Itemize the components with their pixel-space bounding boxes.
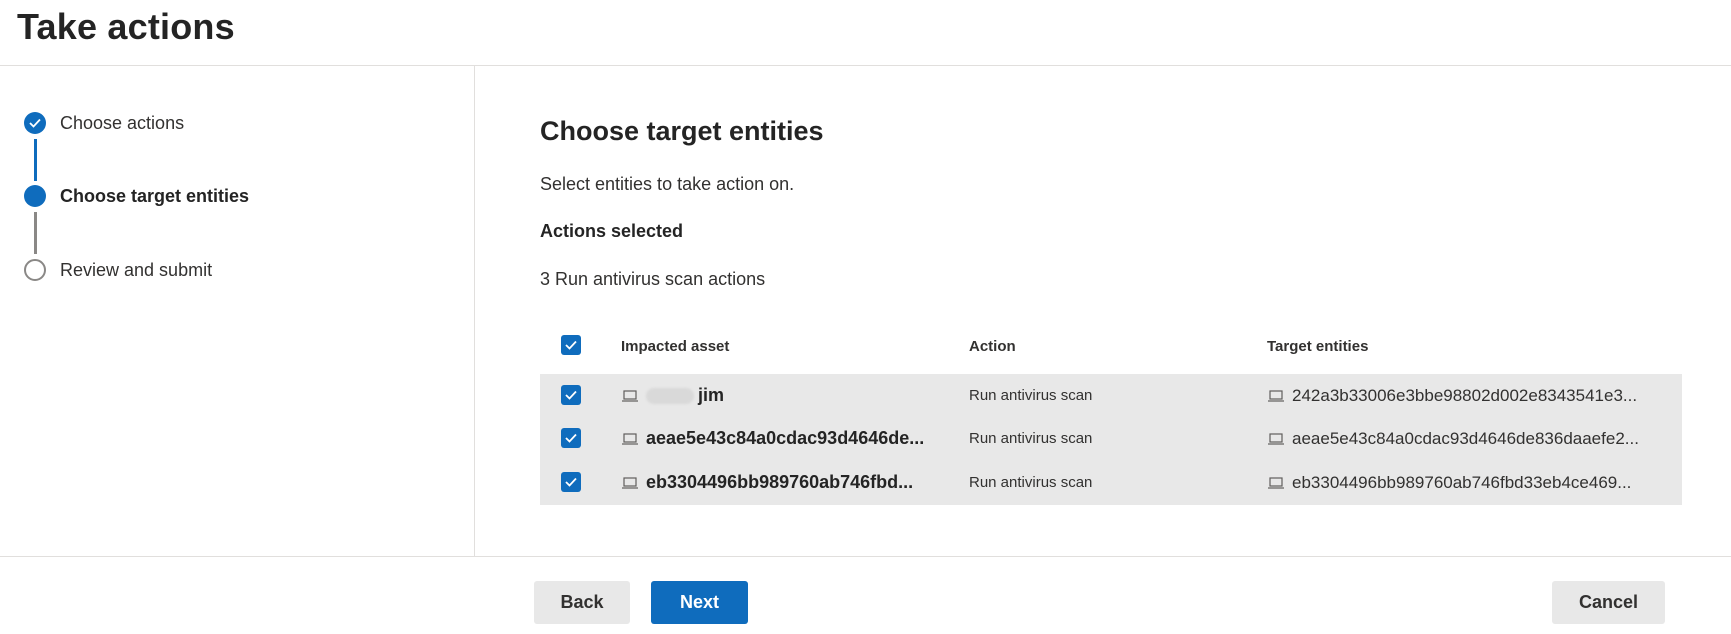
cancel-button[interactable]: Cancel	[1552, 581, 1665, 624]
checkmark-icon	[565, 477, 577, 487]
action-cell: Run antivirus scan	[969, 430, 1093, 447]
action-cell: Run antivirus scan	[969, 474, 1093, 491]
table-header: Impacted asset Action Target entities	[540, 318, 1682, 374]
page-header: Take actions	[0, 0, 1731, 66]
actions-selected-heading: Actions selected	[540, 221, 684, 241]
asset-name: aeae5e43c84a0cdac93d4646de...	[646, 428, 925, 448]
target-entity-cell: 242a3b33006e3bbe98802d002e8343541e3...	[1267, 374, 1637, 417]
target-entity-cell: aeae5e43c84a0cdac93d4646de836daaefe2...	[1267, 417, 1639, 460]
step-connector	[34, 212, 37, 254]
actions-summary: 3 Run antivirus scan actions	[540, 269, 766, 289]
table-row[interactable]: eb3304496bb989760ab746fbd... Run antivir…	[540, 461, 1682, 504]
laptop-icon	[1268, 432, 1284, 445]
page-title: Take actions	[17, 6, 235, 47]
column-header-target-entities[interactable]: Target entities	[1267, 338, 1368, 355]
step-review-and-submit[interactable]: Review and submit	[24, 258, 212, 282]
laptop-icon	[622, 432, 638, 445]
checkmark-icon	[565, 433, 577, 443]
target-entity-id: eb3304496bb989760ab746fbd33eb4ce469...	[1292, 472, 1632, 492]
asset-name: jim	[698, 385, 725, 405]
checkmark-icon	[29, 118, 41, 128]
column-header-action[interactable]: Action	[969, 338, 1016, 355]
next-button[interactable]: Next	[651, 581, 748, 624]
step-label: Review and submit	[60, 259, 213, 280]
step-current-icon	[24, 185, 46, 207]
checkmark-icon	[565, 390, 577, 400]
redacted-text	[646, 387, 694, 404]
laptop-icon	[1268, 389, 1284, 402]
laptop-icon	[622, 476, 638, 489]
step-label: Choose target entities	[60, 185, 250, 206]
asset-name: eb3304496bb989760ab746fbd...	[646, 472, 914, 492]
table-row[interactable]: aeae5e43c84a0cdac93d4646de... Run antivi…	[540, 417, 1682, 460]
step-complete-icon	[24, 112, 46, 134]
laptop-icon	[622, 389, 638, 402]
step-pending-icon	[24, 259, 46, 281]
wizard-footer: Back Next Cancel	[0, 556, 1731, 634]
section-title: Choose target entities	[540, 116, 824, 146]
target-entity-id: 242a3b33006e3bbe98802d002e8343541e3...	[1292, 385, 1638, 405]
column-header-impacted-asset[interactable]: Impacted asset	[621, 338, 729, 355]
impacted-asset-cell[interactable]: eb3304496bb989760ab746fbd...	[621, 461, 913, 504]
row-checkbox[interactable]	[561, 472, 581, 492]
action-cell: Run antivirus scan	[969, 387, 1093, 404]
laptop-icon	[1268, 476, 1284, 489]
target-entity-cell: eb3304496bb989760ab746fbd33eb4ce469...	[1267, 461, 1631, 504]
entities-table: Impacted asset Action Target entities ji…	[540, 318, 1682, 505]
main-content: Choose target entities Select entities t…	[476, 66, 1731, 556]
step-choose-actions[interactable]: Choose actions	[24, 111, 184, 135]
step-choose-target-entities[interactable]: Choose target entities	[24, 184, 249, 208]
select-all-checkbox[interactable]	[561, 335, 581, 355]
impacted-asset-cell[interactable]: jim	[621, 374, 724, 417]
step-connector	[34, 139, 37, 181]
row-checkbox[interactable]	[561, 385, 581, 405]
checkmark-icon	[565, 340, 577, 350]
back-button[interactable]: Back	[534, 581, 630, 624]
section-description: Select entities to take action on.	[540, 174, 795, 194]
wizard-steps: Choose actions Choose target entities Re…	[0, 66, 475, 556]
step-label: Choose actions	[60, 112, 185, 133]
row-checkbox[interactable]	[561, 428, 581, 448]
table-body: jim Run antivirus scan 242a3b33006e3bbe9…	[540, 374, 1682, 505]
target-entity-id: aeae5e43c84a0cdac93d4646de836daaefe2...	[1292, 428, 1639, 448]
impacted-asset-cell[interactable]: aeae5e43c84a0cdac93d4646de...	[621, 417, 924, 460]
table-row[interactable]: jim Run antivirus scan 242a3b33006e3bbe9…	[540, 374, 1682, 417]
